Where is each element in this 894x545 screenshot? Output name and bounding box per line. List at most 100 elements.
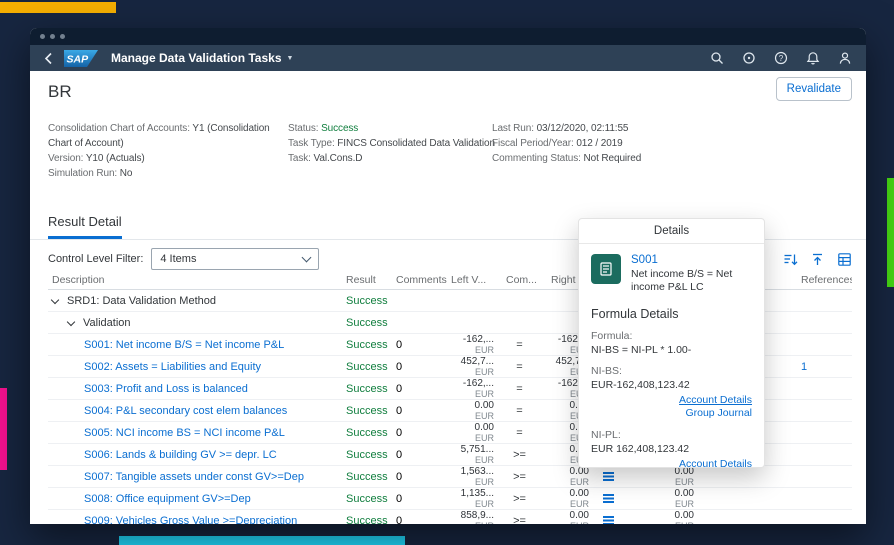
validation-rule-link[interactable]: S008: Office equipment GV>=Dep [84, 493, 251, 505]
traffic-light-dot[interactable] [60, 34, 65, 39]
decor-bar-green [887, 178, 894, 287]
formula-value: NI-BS = NI-PL * 1.00- [591, 344, 752, 356]
validation-rule-icon [591, 254, 621, 284]
decor-bar-gold [0, 2, 116, 13]
search-icon[interactable] [709, 51, 724, 66]
cell-description: S002: Assets = Liabilities and Equity [48, 356, 342, 377]
cell-description: S005: NCI income BS = NCI income P&L [48, 422, 342, 443]
revalidate-button[interactable]: Revalidate [776, 77, 852, 101]
fact-label: Fiscal Period/Year: [492, 138, 576, 149]
cell-left-value [447, 312, 502, 333]
rule-id-link[interactable]: S001 [631, 254, 752, 266]
app-title-menu[interactable]: Manage Data Validation Tasks ▼ [111, 51, 293, 65]
notifications-bell-icon[interactable] [805, 51, 820, 66]
cell-comments: 0 [392, 510, 447, 524]
collapse-all-icon[interactable] [810, 252, 825, 267]
column-header-comments[interactable]: Comments [392, 274, 447, 286]
back-button[interactable] [44, 52, 53, 65]
drilldown-icon[interactable] [603, 494, 614, 503]
facts-column: Status: SuccessTask Type: FINCS Consolid… [288, 121, 484, 181]
window-titlebar [30, 28, 866, 45]
cell-comparison [502, 312, 547, 333]
expand-chevron-icon[interactable] [51, 295, 59, 303]
control-level-filter-select[interactable]: 4 Items [151, 248, 319, 270]
cell-references [797, 488, 852, 509]
validation-rule-link[interactable]: S009: Vehicles Gross Value >=Depreciatio… [84, 515, 297, 525]
validation-rule-link[interactable]: S004: P&L secondary cost elem balances [84, 405, 287, 417]
page-title: BR [48, 82, 72, 102]
cell-references [797, 444, 852, 465]
fact: Last Run: 03/12/2020, 02:11:55 [492, 121, 641, 136]
sort-descending-icon[interactable] [783, 252, 798, 267]
profile-icon[interactable] [837, 51, 852, 66]
cell-left-value: 0.00EUR [447, 400, 502, 421]
desktop-background: { "colors": { "accent": "#0a6ed1", "succ… [0, 0, 894, 545]
column-header-comparison[interactable]: Com... [502, 274, 547, 286]
table-row: S009: Vehicles Gross Value >=Depreciatio… [48, 510, 852, 524]
fact-value: Not Required [583, 153, 641, 164]
validation-rule-link[interactable]: S002: Assets = Liabilities and Equity [84, 361, 261, 373]
drilldown-icon[interactable] [603, 472, 614, 481]
validation-rule-link[interactable]: S007: Tangible assets under const GV>=De… [84, 471, 304, 483]
cell-result: Success [342, 488, 392, 509]
column-header-references[interactable]: References [797, 274, 852, 286]
column-header-left[interactable]: Left V... [447, 274, 502, 286]
column-header-result[interactable]: Result [342, 274, 392, 286]
group-row-label: Validation [83, 317, 131, 329]
help-icon[interactable]: ? [773, 51, 788, 66]
traffic-light-dot[interactable] [50, 34, 55, 39]
drilldown-icon[interactable] [603, 516, 614, 524]
cell-result: Success [342, 334, 392, 355]
validation-rule-link[interactable]: S005: NCI income BS = NCI income P&L [84, 427, 285, 439]
svg-text:SAP: SAP [67, 53, 90, 65]
traffic-light-dot[interactable] [40, 34, 45, 39]
reference-link[interactable]: 1 [797, 361, 807, 373]
cell-drilldown [597, 466, 637, 487]
fact: Commenting Status: Not Required [492, 151, 641, 166]
left-operand-value: EUR-162,408,123.42 [591, 379, 752, 391]
formula-label: Formula: [591, 330, 752, 342]
cell-comparison: = [502, 334, 547, 355]
cell-comments: 0 [392, 356, 447, 377]
column-header-description[interactable]: Description [48, 274, 342, 286]
cell-description: Validation [48, 312, 342, 333]
cell-left-value: 858,9...EUR [447, 510, 502, 524]
cell-left-value [447, 290, 502, 311]
cell-description: SRD1: Data Validation Method [48, 290, 342, 311]
cell-description: S003: Profit and Loss is balanced [48, 378, 342, 399]
fact-label: Task Type: [288, 138, 337, 149]
cell-comments [392, 312, 447, 333]
account-details-link[interactable]: Account Details [591, 394, 752, 407]
cell-left-value: 0.00EUR [447, 422, 502, 443]
details-popover: Details S001 Net income B/S = Net income… [578, 218, 765, 468]
expand-chevron-icon[interactable] [67, 317, 75, 325]
cell-result: Success [342, 422, 392, 443]
sap-logo[interactable]: SAP [64, 50, 98, 67]
cell-spacer [702, 488, 797, 509]
app-title: Manage Data Validation Tasks [111, 51, 282, 65]
cell-spacer [702, 466, 797, 487]
export-spreadsheet-icon[interactable] [837, 252, 852, 267]
fact: Task Type: FINCS Consolidated Data Valid… [288, 136, 484, 151]
popover-body: S001 Net income B/S = Net income P&L LC … [579, 244, 764, 467]
cell-left-value: -162,...EUR [447, 378, 502, 399]
fact: Simulation Run: No [48, 166, 276, 181]
cell-comments: 0 [392, 422, 447, 443]
cell-left-value: 1,563...EUR [447, 466, 502, 487]
chevron-down-icon [302, 253, 312, 263]
page-content: BR Revalidate Consolidation Chart of Acc… [30, 71, 866, 524]
copilot-icon[interactable] [741, 51, 756, 66]
validation-rule-link[interactable]: S006: Lands & building GV >= depr. LC [84, 449, 277, 461]
tab-result-detail[interactable]: Result Detail [48, 214, 122, 239]
table-row: S007: Tangible assets under const GV>=De… [48, 466, 852, 488]
validation-rule-link[interactable]: S001: Net income B/S = Net income P&L [84, 339, 284, 351]
rule-description: Net income B/S = Net income P&L LC [631, 268, 752, 294]
fact-label: Commenting Status: [492, 153, 583, 164]
cell-comments: 0 [392, 466, 447, 487]
validation-rule-link[interactable]: S003: Profit and Loss is balanced [84, 383, 248, 395]
account-details-link[interactable]: Account Details [591, 458, 752, 467]
group-journal-link[interactable]: Group Journal [591, 407, 752, 420]
cell-references [797, 334, 852, 355]
cell-left-value: 1,135...EUR [447, 488, 502, 509]
decor-bar-cyan [119, 536, 405, 545]
